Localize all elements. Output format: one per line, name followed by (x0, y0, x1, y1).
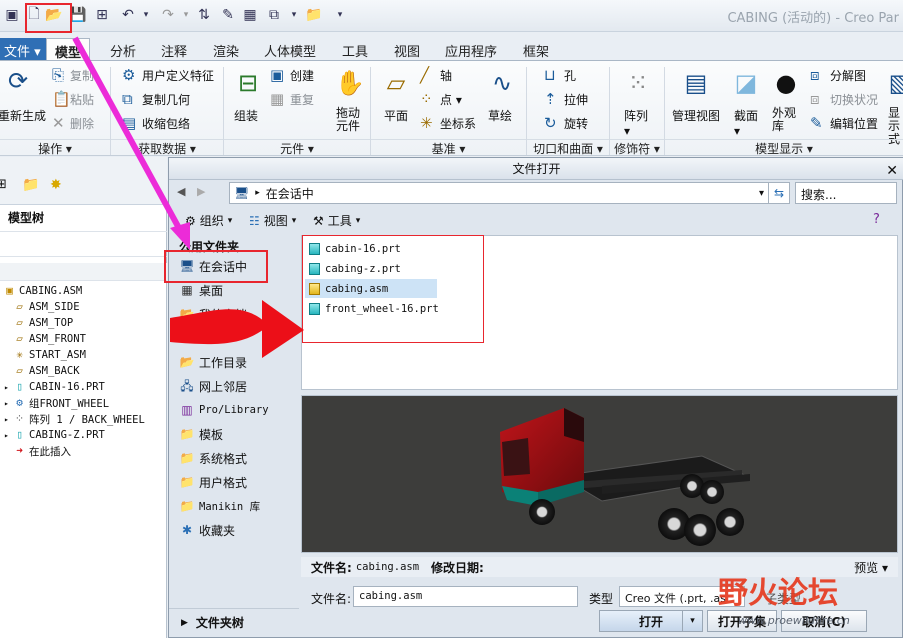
watermark-logo: 野火论坛 (718, 576, 838, 611)
magenta-arrow (72, 36, 183, 232)
watermark-url: www.proewildfire.cn (738, 614, 850, 627)
annotation-arrows (72, 36, 304, 358)
magenta-arrow-head (170, 222, 190, 250)
red-arrow-body (170, 309, 268, 345)
red-arrow-head (262, 300, 304, 358)
